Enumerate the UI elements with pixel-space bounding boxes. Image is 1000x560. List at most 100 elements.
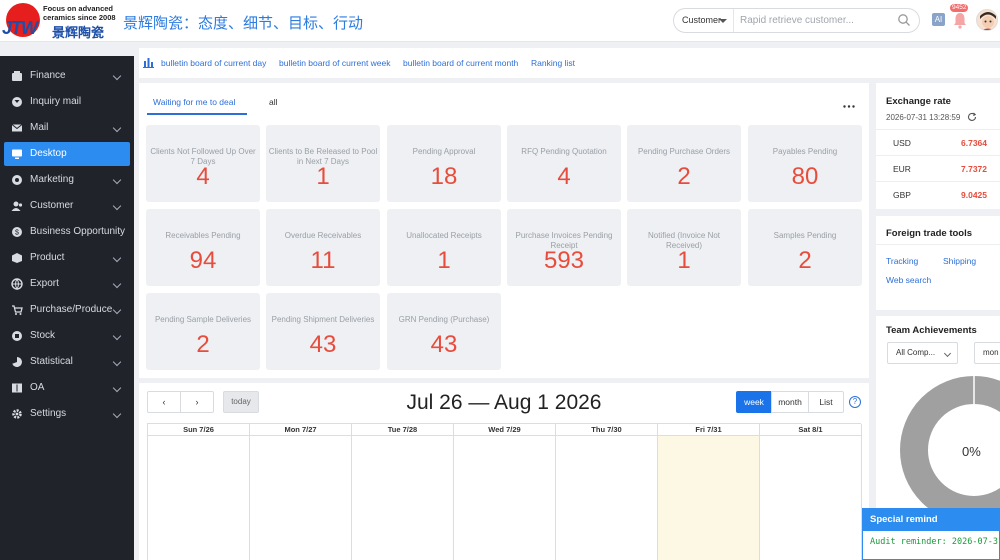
exchange-rate-row: GBP 9.0425	[876, 181, 1000, 207]
todo-card-grn-pending[interactable]: GRN Pending (Purchase) 43	[387, 293, 501, 370]
todo-card-rfq-pending[interactable]: RFQ Pending Quotation 4	[507, 125, 621, 202]
sidebar-item-label: Mail	[30, 122, 49, 133]
exchange-rate-panel: Exchange rate 2026-07-31 13:28:59 USD 6.…	[876, 83, 1000, 209]
tab-waiting-for-me[interactable]: Waiting for me to deal	[153, 97, 235, 107]
sidebar-item-customer[interactable]: Customer	[0, 194, 134, 218]
sidebar-item-stock[interactable]: Stock	[0, 324, 134, 348]
company-slogan: 景辉陶瓷：态度、细节、目标、行动	[123, 14, 364, 32]
more-options-icon[interactable]	[843, 105, 855, 108]
view-month-button[interactable]: month	[771, 391, 809, 413]
card-label: GRN Pending (Purchase)	[398, 315, 490, 324]
sidebar-item-statistical[interactable]: Statistical	[0, 350, 134, 374]
company-select[interactable]: All Comp...	[887, 342, 958, 364]
calendar-today-button[interactable]: today	[223, 391, 259, 413]
tool-link-shipping[interactable]: Shipping	[943, 256, 976, 266]
bell-icon[interactable]	[952, 11, 968, 29]
sidebar-item-label: Finance	[30, 70, 66, 81]
sidebar-item-inquiry-mail[interactable]: Inquiry mail	[0, 90, 134, 114]
sidebar-item-desktop[interactable]: Desktop	[4, 142, 130, 166]
todo-panel: Waiting for me to deal all Clients Not F…	[139, 83, 869, 378]
calendar-next-button[interactable]: ›	[180, 391, 214, 413]
todo-card-receivables-pending[interactable]: Receivables Pending 94	[146, 209, 260, 286]
calendar-day-header: Wed 7/29	[454, 424, 555, 436]
card-label: Unallocated Receipts	[406, 231, 482, 240]
sidebar-item-business-opportunity[interactable]: $ Business Opportunity	[0, 220, 134, 244]
view-list-button[interactable]: List	[808, 391, 844, 413]
todo-card-samples-pending[interactable]: Samples Pending 2	[748, 209, 862, 286]
sidebar-item-label: Stock	[30, 330, 56, 341]
calendar-prev-button[interactable]: ‹	[147, 391, 181, 413]
sidebar-item-export[interactable]: Export	[0, 272, 134, 296]
donut-track	[900, 376, 1000, 524]
calendar-day-column[interactable]: Mon 7/27	[250, 424, 352, 560]
calendar-day-column-today[interactable]: Fri 7/31	[658, 424, 760, 560]
logo-jtw-text: JTW	[2, 18, 38, 38]
sidebar-item-marketing[interactable]: Marketing	[0, 168, 134, 192]
todo-card-pending-approval[interactable]: Pending Approval 18	[387, 125, 501, 202]
chevron-down-icon	[112, 409, 122, 419]
view-week-button[interactable]: week	[736, 391, 772, 413]
bulletin-link-ranking[interactable]: Ranking list	[531, 58, 575, 68]
period-select[interactable]: mon	[974, 342, 1000, 364]
calendar-day-header: Sat 8/1	[760, 424, 861, 436]
calendar-day-column[interactable]: Tue 7/28	[352, 424, 454, 560]
todo-card-clients-not-followed[interactable]: Clients Not Followed Up Over 7 Days 4	[146, 125, 260, 202]
todo-card-pending-shipment-deliveries[interactable]: Pending Shipment Deliveries 43	[266, 293, 380, 370]
achievement-donut-chart	[900, 376, 1000, 524]
card-value: 43	[309, 331, 337, 358]
sidebar-item-mail[interactable]: Mail	[0, 116, 134, 140]
company-logo[interactable]: JTW Focus on advanced ceramics since 200…	[0, 0, 120, 42]
todo-card-unallocated-receipts[interactable]: Unallocated Receipts 1	[387, 209, 501, 286]
audit-reminder-text[interactable]: Audit reminder: 2026-07-31	[863, 531, 999, 547]
help-icon[interactable]: ?	[849, 396, 861, 408]
sidebar-item-oa[interactable]: OA	[0, 376, 134, 400]
search-icon[interactable]	[897, 13, 911, 27]
calendar-day-column[interactable]: Thu 7/30	[556, 424, 658, 560]
sidebar-item-finance[interactable]: Finance	[0, 64, 134, 88]
todo-card-purchase-invoices-pending[interactable]: Purchase Invoices Pending Receipt 593	[507, 209, 621, 286]
chevron-down-icon	[112, 123, 122, 133]
sidebar-item-purchase-produce[interactable]: Purchase/Produce	[0, 298, 134, 322]
sidebar-item-label: Statistical	[30, 356, 73, 367]
todo-card-pending-purchase-orders[interactable]: Pending Purchase Orders 2	[627, 125, 741, 202]
tool-link-web-search[interactable]: Web search	[886, 275, 931, 285]
sidebar-item-product[interactable]: Product	[0, 246, 134, 270]
exchange-rate-row: USD 6.7364	[876, 129, 1000, 155]
marketing-icon	[12, 175, 22, 185]
bar-chart-icon	[143, 58, 154, 68]
statistical-icon	[12, 357, 23, 367]
calendar-day-column[interactable]: Sat 8/1	[760, 424, 862, 560]
special-remind-popup[interactable]: Special remind Audit reminder: 2026-07-3…	[862, 508, 1000, 560]
search-type-select[interactable]: Customer	[674, 9, 734, 32]
search-input[interactable]	[740, 12, 890, 29]
exchange-rate-title: Exchange rate	[886, 96, 951, 107]
stock-icon	[12, 331, 22, 341]
customer-icon	[11, 201, 23, 211]
sidebar-item-settings[interactable]: Settings	[0, 402, 134, 426]
card-label: Pending Shipment Deliveries	[271, 315, 375, 324]
todo-card-clients-to-release[interactable]: Clients to Be Released to Pool in Next 7…	[266, 125, 380, 202]
top-header: JTW Focus on advanced ceramics since 200…	[0, 0, 1000, 42]
calendar-day-column[interactable]: Sun 7/26	[148, 424, 250, 560]
opportunity-icon: $	[12, 227, 22, 237]
refresh-icon[interactable]	[967, 112, 977, 122]
card-label: Pending Sample Deliveries	[154, 315, 252, 324]
tool-link-tracking[interactable]: Tracking	[886, 256, 918, 266]
todo-card-overdue-receivables[interactable]: Overdue Receivables 11	[266, 209, 380, 286]
card-label: Receivables Pending	[165, 231, 241, 240]
ai-assistant-icon[interactable]: AI	[932, 13, 945, 26]
card-value: 94	[189, 247, 217, 274]
card-value: 43	[430, 331, 458, 358]
chevron-down-icon	[112, 383, 122, 393]
todo-card-pending-sample-deliveries[interactable]: Pending Sample Deliveries 2	[146, 293, 260, 370]
todo-card-notified-invoice[interactable]: Notified (Invoice Not Received) 1	[627, 209, 741, 286]
calendar-day-column[interactable]: Wed 7/29	[454, 424, 556, 560]
bulletin-link-day[interactable]: bulletin board of current day	[161, 58, 266, 68]
foreign-trade-tools-panel: Foreign trade tools Tracking Shipping We…	[876, 216, 1000, 310]
user-avatar[interactable]	[976, 9, 998, 31]
tab-all[interactable]: all	[269, 97, 278, 107]
bulletin-link-week[interactable]: bulletin board of current week	[279, 58, 391, 68]
todo-card-payables-pending[interactable]: Payables Pending 80	[748, 125, 862, 202]
card-label: RFQ Pending Quotation	[521, 147, 607, 156]
bulletin-link-month[interactable]: bulletin board of current month	[403, 58, 518, 68]
